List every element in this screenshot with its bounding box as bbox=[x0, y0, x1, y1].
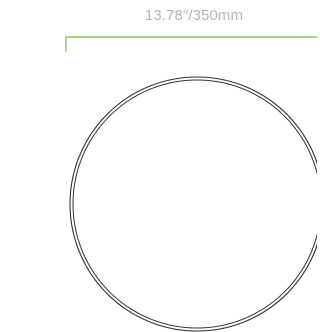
plate-inner-rim bbox=[72, 79, 317, 329]
product-dimension-diagram: 13.78″/350mm bbox=[0, 0, 317, 332]
diagram-drawing bbox=[65, 36, 317, 332]
dimension-line bbox=[65, 36, 317, 52]
plate-outer-rim bbox=[69, 76, 317, 332]
